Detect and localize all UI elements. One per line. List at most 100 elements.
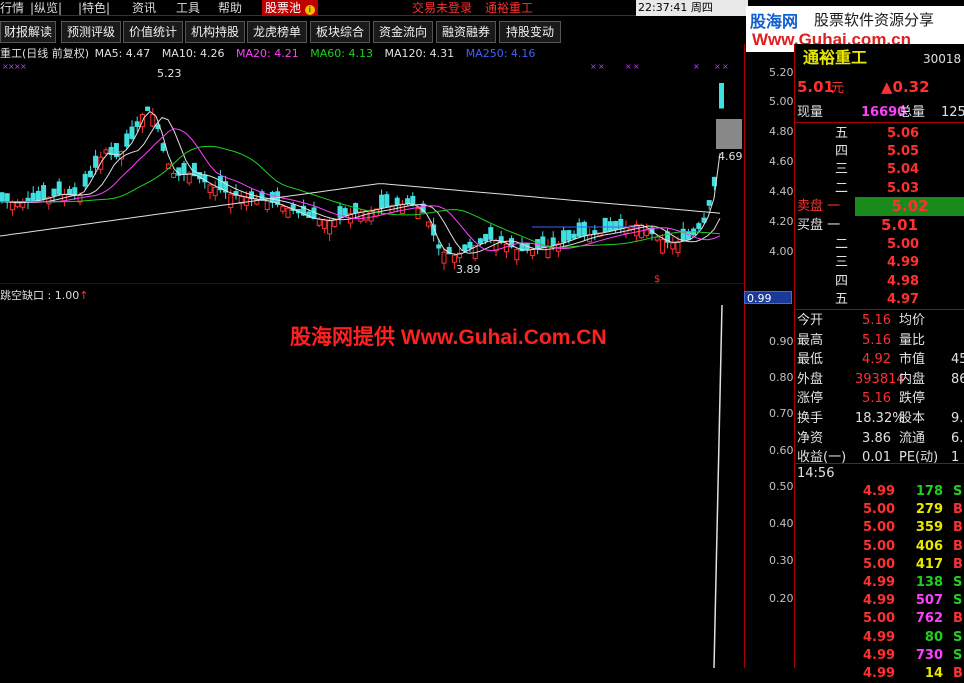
candle-body [613, 221, 619, 230]
tick-side: S [953, 575, 963, 590]
signal-mark: × [625, 62, 632, 71]
stock-name: 通裕重工 [803, 48, 868, 67]
signal-mark: × [693, 62, 700, 71]
ask-price[interactable]: 5.04 [887, 160, 919, 179]
moving-average-line [0, 145, 721, 249]
axis-label: 5.00 [769, 95, 794, 108]
candle-body [35, 190, 41, 201]
menu-item-news[interactable]: 资讯 [132, 0, 156, 16]
stat-label: 外盘 [797, 371, 824, 387]
menu-item-features[interactable]: |特色| [78, 0, 110, 16]
ask-price[interactable]: 5.02 [855, 196, 964, 216]
bid-label: 三 [835, 255, 849, 271]
tick-price: 4.99 [863, 647, 896, 663]
last-candle [719, 83, 724, 109]
last-price: 5.01 [797, 78, 835, 96]
stat-value: 5.16 [862, 332, 891, 348]
signal-mark: × [633, 62, 640, 71]
stat-label: 均价 [899, 313, 926, 328]
bid-price[interactable]: 4.98 [887, 272, 919, 291]
tick-price: 5.00 [863, 538, 896, 554]
toolbar-fund-flow-button[interactable]: 资金流向 [373, 21, 433, 43]
toolbar-margin-button[interactable]: 融资融券 [436, 21, 496, 43]
signal-mark: × [714, 62, 721, 71]
ask-price[interactable]: 5.06 [887, 124, 919, 143]
divider [795, 122, 964, 123]
tick-price: 4.99 [863, 575, 896, 590]
ask-label: 五 [835, 126, 849, 141]
axis-label: 0.50 [769, 480, 794, 493]
axis-label: 4.60 [769, 155, 794, 168]
tick-price: 4.99 [863, 484, 896, 499]
candle-body [41, 185, 47, 200]
toolbar-dragon-tiger-button[interactable]: 龙虎榜单 [247, 21, 307, 43]
bid-price[interactable]: 5.00 [887, 235, 919, 254]
candle-body [483, 234, 489, 242]
ask-price[interactable]: 5.05 [887, 142, 919, 161]
candlestick-chart[interactable]: × × × × × × × × × × ×$ 5.23 3.89 4.69 [0, 62, 744, 284]
menu-item-overview[interactable]: |纵览| [30, 0, 62, 16]
stat-label: 涨停 [797, 391, 824, 407]
menu-item-quotes[interactable]: 行情 [0, 0, 24, 16]
candles-group [0, 83, 742, 270]
stat-label: 流通 [899, 430, 926, 446]
candle-body [545, 245, 551, 259]
divider [795, 309, 964, 310]
tick-volume: 359 [915, 520, 943, 536]
low-annotation: 3.89 [456, 263, 481, 276]
bid-price[interactable]: 4.99 [887, 253, 919, 272]
bid-price[interactable]: 5.01 [881, 216, 918, 235]
ask-price[interactable]: 5.03 [887, 179, 919, 198]
candle-body [566, 230, 572, 241]
ma10-label: MA10: 4.26 [161, 47, 225, 60]
bid-price[interactable]: 4.97 [887, 290, 919, 309]
candle-body [191, 162, 197, 177]
stat-label: 今开 [797, 313, 824, 328]
signal-mark: × [590, 62, 597, 71]
candle-body [51, 188, 57, 197]
menu-item-tools[interactable]: 工具 [176, 0, 200, 16]
trade-status[interactable]: 交易未登录 [412, 0, 472, 16]
toolbar-forecast-rating-button[interactable]: 预测评级 [61, 21, 121, 43]
stock-pool-menu[interactable]: 股票池 i [262, 0, 318, 16]
candle-body [379, 194, 385, 209]
price-unit: 元 [831, 81, 845, 96]
candle-body [561, 230, 567, 243]
stat-label: 换手 [797, 411, 824, 426]
tick-side: B [953, 520, 963, 536]
candle-body [285, 207, 291, 218]
menu-item-help[interactable]: 帮助 [218, 0, 242, 16]
ma5-label: MA5: 4.47 [94, 47, 151, 60]
toolbar-sector-button[interactable]: 板块综合 [310, 21, 370, 43]
indicator-title-text: 跳空缺口 : 1.00 [0, 289, 80, 302]
vol-total: 125 [941, 105, 964, 120]
toolbar-institution-holdings-button[interactable]: 机构持股 [185, 21, 245, 43]
ask-label: 二 [835, 180, 849, 196]
stock-code: 30018 [923, 52, 962, 66]
tick-price: 4.99 [863, 666, 896, 681]
candle-body [82, 173, 88, 187]
candle-body [181, 162, 187, 175]
toolbar-financial-report-button[interactable]: 财报解读 [0, 21, 56, 43]
moving-average-line [0, 128, 721, 252]
tick-volume: 14 [924, 666, 943, 681]
tick-volume: 730 [915, 647, 943, 663]
gap-indicator-line [713, 304, 723, 668]
tick-price: 5.00 [863, 611, 896, 627]
candle-body [425, 221, 431, 227]
candle-body [706, 200, 712, 206]
stat-value: 0.01 [862, 450, 891, 466]
tick-volume: 762 [915, 611, 943, 627]
toolbar-holding-change-button[interactable]: 持股变动 [499, 21, 561, 43]
candle-body [30, 192, 36, 202]
stock-pool-label: 股票池 [265, 1, 302, 15]
tick-side: B [953, 556, 963, 572]
tick-price: 4.99 [863, 629, 896, 645]
stat-value: 860 [951, 371, 964, 387]
candle-body [87, 170, 93, 178]
indicator-title: 跳空缺口 : 1.00↑ [0, 287, 88, 303]
bid-label: 五 [835, 292, 849, 308]
tick-side: B [953, 538, 963, 554]
toolbar-value-stats-button[interactable]: 价值统计 [123, 21, 183, 43]
candle-body [228, 193, 234, 209]
